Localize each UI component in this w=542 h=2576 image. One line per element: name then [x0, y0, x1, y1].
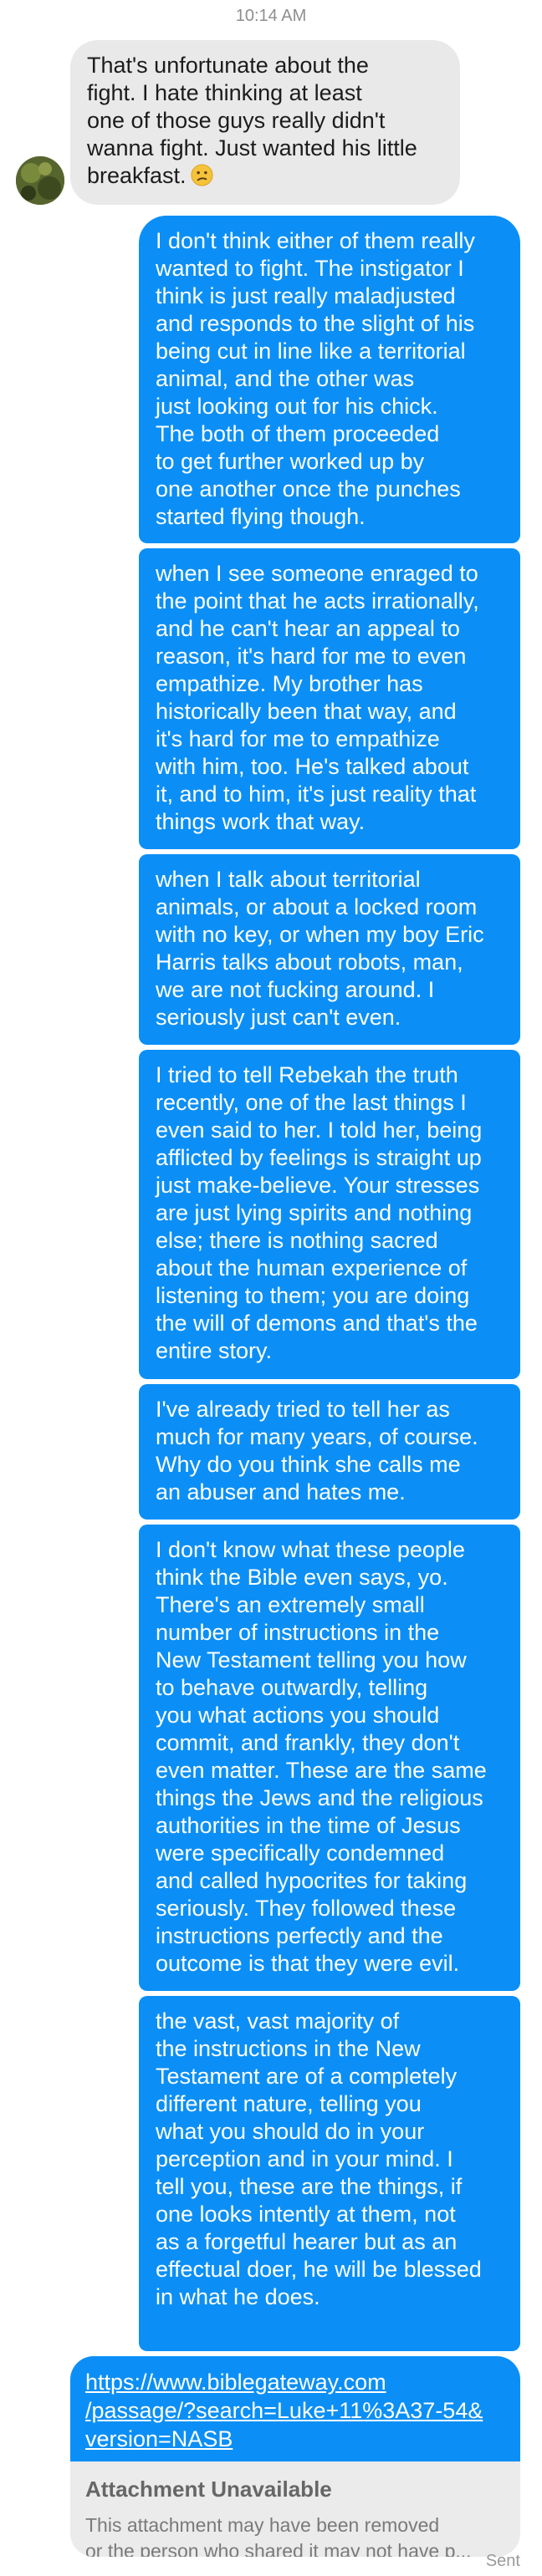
- shared-link[interactable]: https://www.biblegateway.com /passage/?s…: [70, 2356, 520, 2461]
- outgoing-message-bubble[interactable]: the vast, vast majority of the instructi…: [139, 1996, 520, 2351]
- message-thread: 10:14 AM That's unfortunate about the fi…: [0, 0, 542, 2576]
- link-line: version=NASB: [85, 2426, 233, 2451]
- outgoing-message-text: the vast, vast majority of the instructi…: [156, 2008, 482, 2309]
- outgoing-message-bubble[interactable]: I don't know what these people think the…: [139, 1525, 520, 1991]
- link-line: /passage/?search=Luke+11%3A37-54&: [85, 2398, 483, 2423]
- attachment-unavailable-description: This attachment may have been removed or…: [70, 2502, 520, 2557]
- attachment-description-line: This attachment may have been removed: [85, 2514, 440, 2536]
- avatar-photo: [16, 156, 64, 205]
- outgoing-message-bubble[interactable]: when I see someone enraged to the point …: [139, 548, 520, 849]
- contact-avatar[interactable]: [16, 156, 64, 205]
- attachment-unavailable-title: Attachment Unavailable: [85, 2477, 332, 2502]
- outgoing-message-bubble[interactable]: I've already tried to tell her as much f…: [139, 1384, 520, 1520]
- link-line: https://www.biblegateway.com: [85, 2370, 386, 2395]
- outgoing-message-text: I don't know what these people think the…: [156, 1537, 487, 1976]
- sent-status: Sent: [485, 2552, 520, 2570]
- outgoing-message-bubble[interactable]: I tried to tell Rebekah the truth recent…: [139, 1050, 520, 1379]
- outgoing-message-text: when I talk about territorial animals, o…: [156, 867, 484, 1030]
- outgoing-message-bubble[interactable]: I don't think either of them really want…: [139, 216, 520, 543]
- outgoing-message-text: when I see someone enraged to the point …: [156, 561, 479, 834]
- outgoing-message-text: I don't think either of them really want…: [156, 228, 475, 529]
- attachment-description-line: or the person who shared it may not have…: [85, 2540, 472, 2557]
- incoming-message-bubble[interactable]: That's unfortunate about the fight. I ha…: [70, 40, 460, 205]
- outgoing-message-text: I've already tried to tell her as much f…: [156, 1397, 478, 1504]
- incoming-message-text: That's unfortunate about the fight. I ha…: [87, 53, 417, 188]
- outgoing-message-text: I tried to tell Rebekah the truth recent…: [156, 1062, 483, 1363]
- outgoing-message-bubble[interactable]: when I talk about territorial animals, o…: [139, 854, 520, 1045]
- confused-face-icon: [191, 164, 213, 186]
- link-preview-card[interactable]: https://www.biblegateway.com /passage/?s…: [70, 2356, 520, 2557]
- message-timestamp: 10:14 AM: [235, 7, 307, 25]
